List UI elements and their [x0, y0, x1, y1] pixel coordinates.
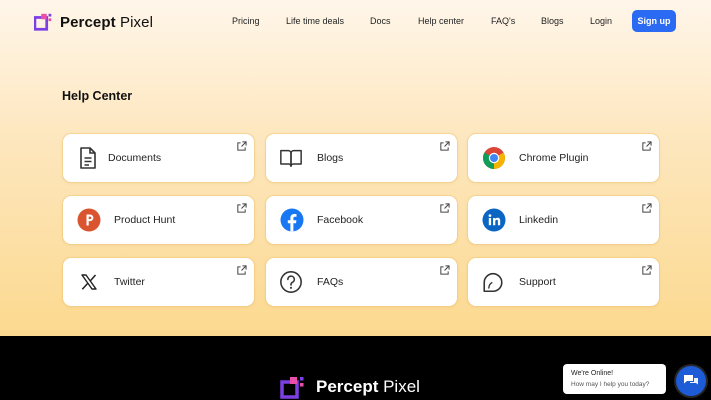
card-twitter[interactable]: Twitter	[63, 258, 254, 306]
logo-mark-icon	[34, 13, 52, 31]
chat-launcher-button[interactable]	[676, 366, 706, 396]
external-link-icon	[440, 141, 450, 151]
book-icon	[279, 146, 303, 170]
card-product-hunt[interactable]: Product Hunt	[63, 196, 254, 244]
nav-login[interactable]: Login	[590, 16, 612, 26]
external-link-icon	[440, 203, 450, 213]
page-title: Help Center	[62, 89, 133, 103]
product-hunt-icon	[77, 208, 101, 232]
card-label: Product Hunt	[114, 214, 176, 226]
card-label: Facebook	[317, 214, 364, 226]
logo-mark-icon	[280, 377, 304, 399]
card-label: FAQs	[317, 276, 344, 288]
nav-docs[interactable]: Docs	[370, 16, 391, 26]
card-label: Blogs	[317, 152, 344, 164]
card-linkedin[interactable]: Linkedin	[468, 196, 659, 244]
nav-pricing[interactable]: Pricing	[232, 16, 260, 26]
card-label: Support	[519, 276, 556, 288]
chat-icon	[481, 270, 505, 294]
hero-section: Percept Pixel Pricing Life time deals Do…	[0, 0, 711, 336]
footer-brand-name: Percept Pixel	[316, 377, 420, 396]
card-chrome-plugin[interactable]: Chrome Plugin	[468, 134, 659, 182]
external-link-icon	[237, 265, 247, 275]
nav-help-center[interactable]: Help center	[418, 16, 464, 26]
nav-faqs[interactable]: FAQ's	[491, 16, 515, 26]
signup-button[interactable]: Sign up	[632, 10, 676, 32]
nav-lifetime-deals[interactable]: Life time deals	[286, 16, 344, 26]
nav-blogs[interactable]: Blogs	[541, 16, 564, 26]
external-link-icon	[642, 141, 652, 151]
external-link-icon	[642, 265, 652, 275]
question-icon	[279, 270, 303, 294]
document-icon	[76, 146, 100, 170]
card-support[interactable]: Support	[468, 258, 659, 306]
card-label: Documents	[108, 152, 162, 164]
brand-logo[interactable]: Percept Pixel	[34, 12, 153, 32]
card-label: Twitter	[114, 276, 145, 288]
card-blogs[interactable]: Blogs	[266, 134, 457, 182]
card-facebook[interactable]: Facebook	[266, 196, 457, 244]
external-link-icon	[237, 203, 247, 213]
chat-status: We're Online!	[571, 370, 614, 377]
card-documents[interactable]: Documents	[63, 134, 254, 182]
card-label: Chrome Plugin	[519, 152, 589, 164]
x-icon	[77, 270, 101, 294]
chrome-icon	[482, 146, 506, 170]
linkedin-icon	[482, 208, 506, 232]
card-faqs[interactable]: FAQs	[266, 258, 457, 306]
chat-greeting[interactable]: We're Online! How may I help you today?	[563, 364, 666, 394]
chat-prompt: How may I help you today?	[571, 381, 650, 388]
external-link-icon	[642, 203, 652, 213]
external-link-icon	[237, 141, 247, 151]
footer-logo[interactable]: Percept Pixel	[280, 375, 420, 399]
external-link-icon	[440, 265, 450, 275]
chat-bubbles-icon	[684, 375, 698, 385]
card-label: Linkedin	[519, 214, 559, 226]
facebook-icon	[280, 208, 304, 232]
brand-name: Percept Pixel	[60, 13, 154, 31]
